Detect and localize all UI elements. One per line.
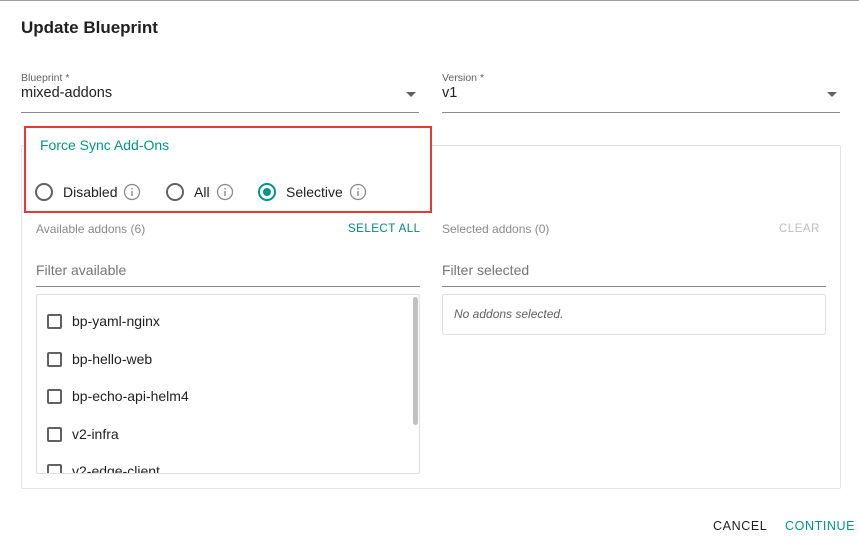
list-item[interactable]: bp-echo-api-helm4 — [37, 377, 419, 415]
blueprint-label: Blueprint * — [21, 72, 70, 84]
radio-disabled[interactable]: Disabled — [35, 183, 141, 201]
filter-available-placeholder: Filter available — [36, 262, 127, 278]
info-icon[interactable] — [216, 183, 234, 201]
list-item[interactable]: v2-infra — [37, 415, 419, 453]
chevron-down-icon[interactable] — [406, 92, 416, 97]
list-item-label: v2-infra — [72, 426, 119, 442]
radio-disabled-circle[interactable] — [35, 183, 53, 201]
select-all-button[interactable]: SELECT ALL — [348, 223, 421, 235]
info-icon[interactable] — [123, 183, 141, 201]
clear-button[interactable]: CLEAR — [779, 223, 820, 235]
list-item-label: bp-echo-api-helm4 — [72, 388, 189, 404]
checkbox[interactable] — [47, 388, 62, 404]
checkbox[interactable] — [47, 351, 62, 367]
cancel-button[interactable]: CANCEL — [713, 519, 767, 533]
version-label: Version * — [442, 72, 485, 84]
filter-available-input[interactable]: Filter available — [36, 257, 420, 287]
version-select[interactable]: Version * v1 — [442, 72, 840, 113]
list-item[interactable]: v2-edge-client — [37, 452, 419, 474]
selected-list: No addons selected. — [442, 294, 826, 335]
radio-selective-label: Selective — [286, 184, 343, 200]
checkbox[interactable] — [47, 426, 62, 442]
radio-all[interactable]: All — [166, 183, 234, 201]
version-value: v1 — [442, 85, 458, 101]
radio-selective[interactable]: Selective — [258, 183, 367, 201]
list-item-label: bp-hello-web — [72, 351, 153, 367]
selected-heading: Selected addons (0) — [442, 222, 550, 236]
radio-disabled-label: Disabled — [63, 184, 118, 200]
scrollbar-thumb[interactable] — [413, 297, 418, 425]
filter-selected-placeholder: Filter selected — [442, 262, 530, 278]
radio-selective-circle[interactable] — [258, 183, 276, 201]
empty-state-text: No addons selected. — [454, 307, 564, 321]
blueprint-value: mixed-addons — [21, 85, 113, 101]
list-item[interactable]: bp-hello-web — [37, 340, 419, 378]
force-sync-group: Force Sync Add-Ons Disabled All Selectiv… — [24, 126, 432, 213]
available-list[interactable]: bp-yaml-nginx bp-hello-web bp-echo-api-h… — [36, 294, 420, 474]
radio-all-circle[interactable] — [166, 183, 184, 201]
force-sync-title: Force Sync Add-Ons — [40, 137, 170, 153]
filter-selected-underline — [442, 286, 826, 287]
top-border — [0, 0, 859, 1]
filter-selected-input[interactable]: Filter selected — [442, 257, 826, 287]
available-heading: Available addons (6) — [36, 222, 146, 236]
blueprint-underline — [21, 112, 419, 113]
checkbox[interactable] — [47, 463, 62, 473]
list-item-label: bp-yaml-nginx — [72, 313, 160, 329]
list-item[interactable]: bp-yaml-nginx — [37, 302, 419, 340]
filter-available-underline — [36, 286, 420, 287]
version-underline — [442, 112, 840, 113]
continue-button[interactable]: CONTINUE — [785, 519, 855, 533]
dialog-title: Update Blueprint — [21, 18, 158, 37]
chevron-down-icon[interactable] — [827, 92, 837, 97]
radio-all-label: All — [194, 184, 210, 200]
blueprint-select[interactable]: Blueprint * mixed-addons — [21, 72, 419, 113]
checkbox[interactable] — [47, 313, 62, 329]
list-item-label: v2-edge-client — [72, 463, 160, 474]
info-icon[interactable] — [349, 183, 367, 201]
